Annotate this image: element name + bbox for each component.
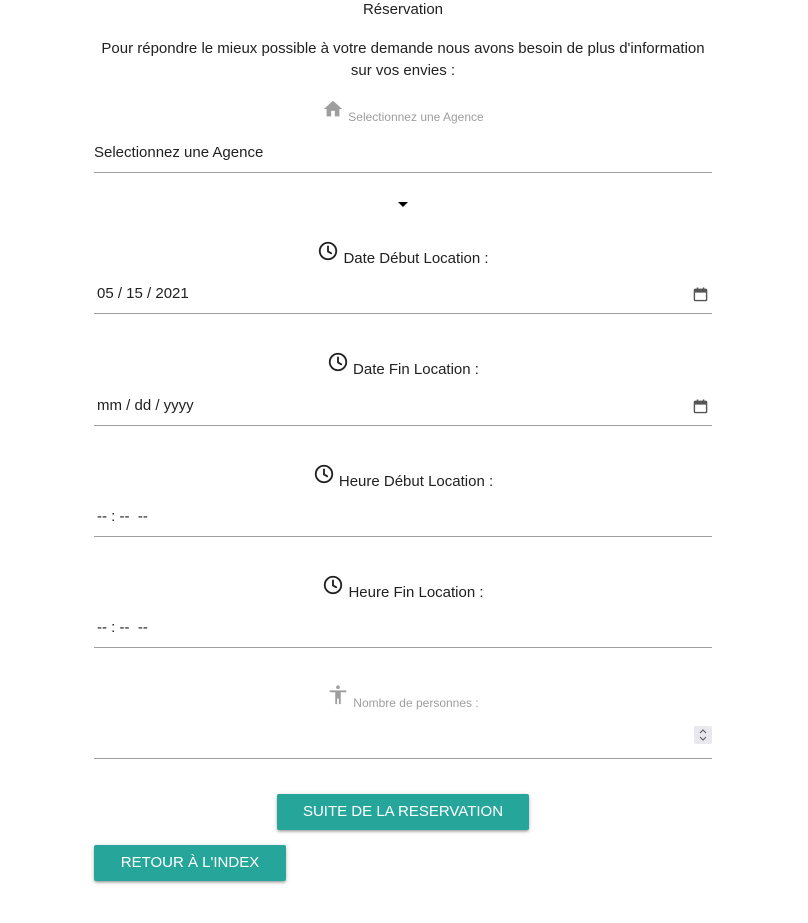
clock-icon (322, 574, 344, 601)
number-spinner[interactable] (694, 726, 712, 744)
clock-icon (317, 240, 339, 267)
agence-label: Selectionnez une Agence (348, 110, 484, 124)
heure-fin-label-row: Heure Fin Location : (94, 574, 712, 601)
suite-reservation-button[interactable]: SUITE DE LA RESERVATION (277, 794, 529, 830)
page-title: Réservation (362, 1, 444, 18)
agence-select[interactable]: Selectionnez une Agence (94, 136, 712, 173)
heure-debut-value: -- : -- -- (97, 508, 148, 525)
date-debut-input[interactable]: 05 / 15 / 2021 (94, 277, 712, 314)
agence-label-row: Selectionnez une Agence (94, 98, 712, 125)
accessibility-icon (327, 684, 349, 711)
clock-icon (313, 463, 335, 490)
home-icon (322, 98, 344, 125)
intro-text: Pour répondre le mieux possible à votre … (101, 40, 705, 79)
agence-selected-value: Selectionnez une Agence (94, 144, 264, 161)
retour-index-button[interactable]: RETOUR À L'INDEX (94, 845, 286, 881)
date-debut-value: 05 / 15 / 2021 (97, 285, 189, 302)
heure-fin-input[interactable]: -- : -- -- (94, 611, 712, 648)
clock-icon (327, 351, 349, 378)
personnes-input[interactable] (94, 722, 712, 759)
personnes-label-row: Nombre de personnes : (94, 684, 712, 711)
date-fin-input[interactable]: mm / dd / yyyy (94, 389, 712, 426)
date-debut-label: Date Début Location : (343, 250, 489, 267)
date-debut-label-row: Date Début Location : (94, 240, 712, 267)
heure-debut-input[interactable]: -- : -- -- (94, 500, 712, 537)
heure-debut-label: Heure Début Location : (338, 473, 494, 490)
calendar-icon[interactable] (693, 287, 708, 307)
personnes-label: Nombre de personnes : (353, 696, 479, 710)
calendar-icon[interactable] (693, 399, 708, 419)
date-fin-value: mm / dd / yyyy (97, 397, 194, 414)
heure-fin-label: Heure Fin Location : (348, 584, 484, 601)
date-fin-label: Date Fin Location : (353, 361, 479, 378)
date-fin-label-row: Date Fin Location : (94, 351, 712, 378)
dropdown-caret-icon[interactable] (398, 202, 408, 207)
heure-fin-value: -- : -- -- (97, 619, 148, 636)
heure-debut-label-row: Heure Début Location : (94, 463, 712, 490)
